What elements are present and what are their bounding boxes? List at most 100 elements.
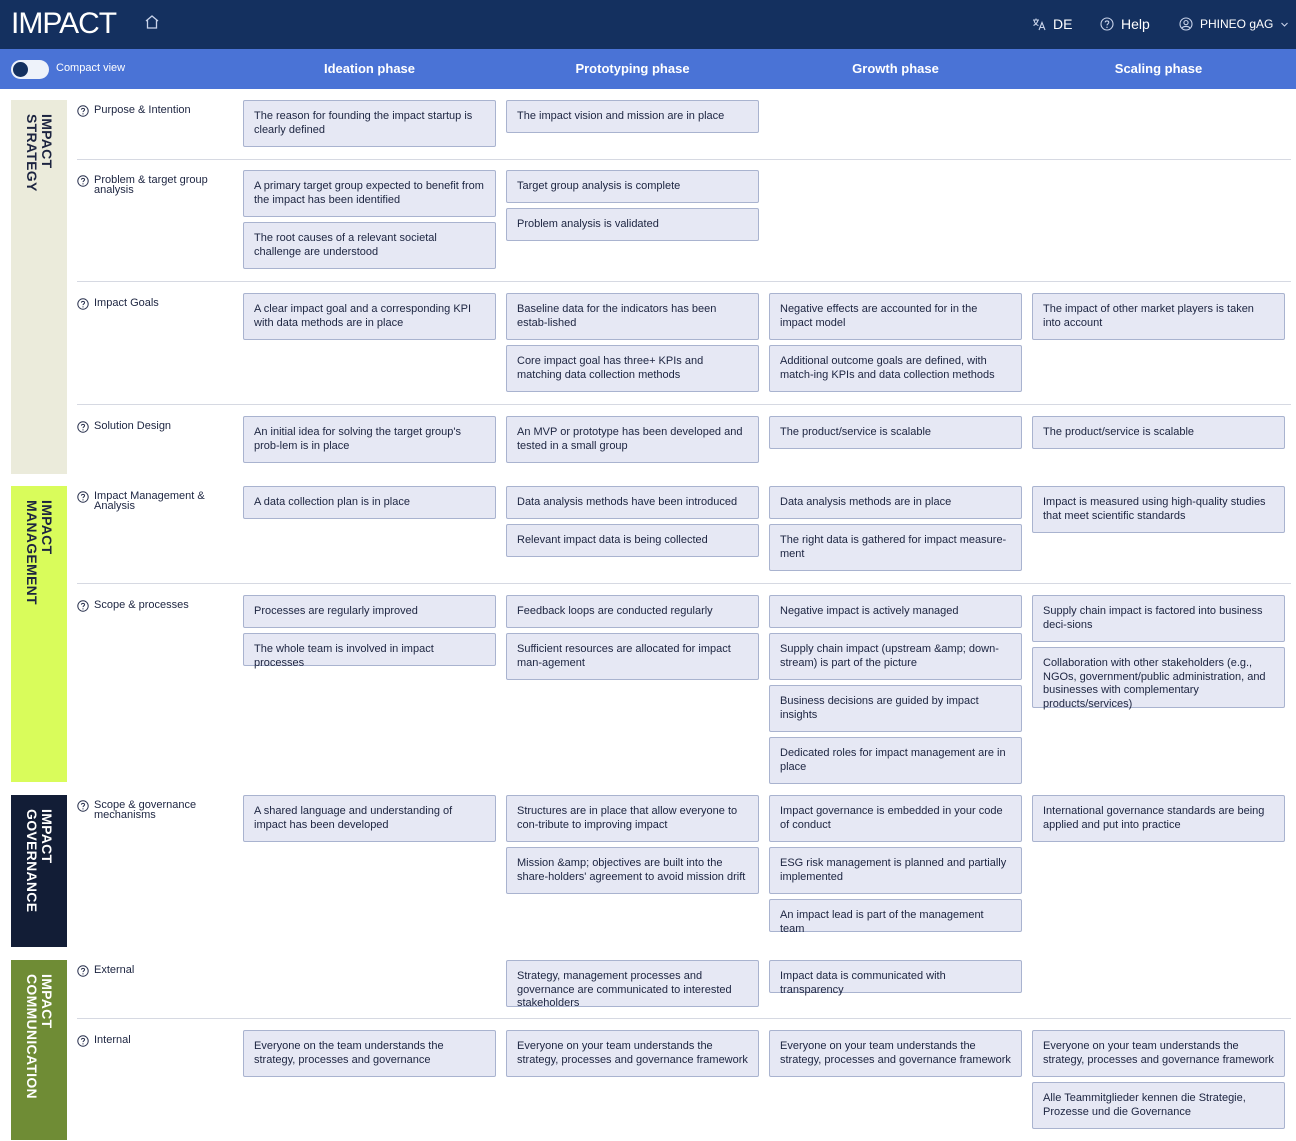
row-label: External <box>77 965 237 977</box>
criterion-card[interactable]: The right data is gathered for impact me… <box>769 524 1022 571</box>
criterion-card[interactable]: Sufficient resources are allocated for i… <box>506 633 759 680</box>
language-label: DE <box>1053 16 1073 32</box>
phase-prototyping: Prototyping phase <box>575 61 690 76</box>
top-navigation-bar: IMPACT DE Help PHINEO gAG <box>0 0 1296 49</box>
category-label: IMPACT COMMUNICATION <box>24 974 55 1099</box>
row-label: Scope & processes <box>77 600 237 612</box>
row-label: Scope & governance mechanisms <box>77 800 237 821</box>
criterion-card[interactable]: Alle Teammitglieder kennen die Strategie… <box>1032 1082 1285 1129</box>
phase-header-bar: Compact view Ideation phase Prototyping … <box>0 49 1296 89</box>
criterion-card[interactable]: Business decisions are guided by impact … <box>769 685 1022 732</box>
criterion-card[interactable]: Target group analysis is complete <box>506 170 759 203</box>
criterion-card[interactable]: Data analysis methods are in place <box>769 486 1022 519</box>
criterion-card[interactable]: Everyone on your team understands the st… <box>1032 1030 1285 1077</box>
phase-scaling: Scaling phase <box>1114 61 1203 76</box>
help-circle-icon[interactable] <box>77 1035 89 1047</box>
criterion-card[interactable]: ESG risk management is planned and parti… <box>769 847 1022 894</box>
row-label-text: Impact Management & Analysis <box>94 490 205 512</box>
criterion-card[interactable]: A data collection plan is in place <box>243 486 496 519</box>
criterion-card[interactable]: An initial idea for solving the target g… <box>243 416 496 463</box>
criterion-card[interactable]: Everyone on the team understands the str… <box>243 1030 496 1077</box>
help-circle-icon[interactable] <box>77 800 89 812</box>
row-label: Impact Management & Analysis <box>77 490 237 512</box>
criterion-card[interactable]: Core impact goal has three+ KPIs and mat… <box>506 345 759 392</box>
phase-ideation: Ideation phase <box>323 61 416 76</box>
translate-icon <box>1033 18 1046 31</box>
criterion-card[interactable]: Problem analysis is validated <box>506 208 759 241</box>
criterion-card[interactable]: The impact of other market players is ta… <box>1032 293 1285 340</box>
language-switcher[interactable]: DE <box>1032 14 1072 34</box>
criterion-card[interactable]: Processes are regularly improved <box>243 595 496 628</box>
criterion-card[interactable]: Negative impact is actively managed <box>769 595 1022 628</box>
criterion-card[interactable]: The whole team is involved in impact pro… <box>243 633 496 669</box>
criterion-card[interactable]: The product/service is scalable <box>769 416 1022 449</box>
row-divider <box>77 1018 1291 1019</box>
criterion-card[interactable]: A clear impact goal and a corresponding … <box>243 293 496 340</box>
category-impact-strategy: IMPACT STRATEGY <box>11 100 67 474</box>
row-divider <box>77 281 1291 282</box>
row-label-text: Impact Goals <box>94 297 159 309</box>
criterion-card[interactable]: An MVP or prototype has been developed a… <box>506 416 759 463</box>
criterion-card[interactable]: Structures are in place that allow every… <box>506 795 759 842</box>
help-circle-icon[interactable] <box>77 175 89 187</box>
row-label: Impact Goals <box>77 298 237 310</box>
row-label: Purpose & Intention <box>77 105 237 117</box>
row-label-text: Solution Design <box>94 420 172 432</box>
criterion-card[interactable]: Supply chain impact (upstream &amp; down… <box>769 633 1022 680</box>
row-divider <box>77 404 1291 405</box>
phase-growth: Growth phase <box>852 61 939 76</box>
criterion-card[interactable]: Data analysis methods have been introduc… <box>506 486 759 519</box>
help-circle-icon[interactable] <box>77 491 89 503</box>
criterion-card[interactable]: The root causes of a relevant societal c… <box>243 222 496 269</box>
account-name: PHINEO gAG <box>1200 17 1274 31</box>
criterion-card[interactable]: Everyone on your team understands the st… <box>506 1030 759 1077</box>
criterion-card[interactable]: Impact governance is embedded in your co… <box>769 795 1022 842</box>
impact-logo[interactable]: IMPACT <box>11 7 117 41</box>
category-label: IMPACT STRATEGY <box>24 114 55 192</box>
criterion-card[interactable]: Collaboration with other stakeholders (e… <box>1032 647 1285 710</box>
home-icon[interactable] <box>143 13 161 31</box>
row-label: Internal <box>77 1035 237 1047</box>
criterion-card[interactable]: The product/service is scalable <box>1032 416 1285 449</box>
toggle-knob <box>13 62 28 77</box>
criterion-card[interactable]: Impact is measured using high-quality st… <box>1032 486 1285 533</box>
criterion-card[interactable]: Impact data is communicated with transpa… <box>769 960 1022 996</box>
criterion-card[interactable]: Everyone on your team understands the st… <box>769 1030 1022 1077</box>
category-impact-communication: IMPACT COMMUNICATION <box>11 960 67 1140</box>
criterion-card[interactable]: Additional outcome goals are defined, wi… <box>769 345 1022 392</box>
criterion-card[interactable]: Baseline data for the indicators has bee… <box>506 293 759 340</box>
row-label-text: Scope & processes <box>94 599 189 611</box>
help-circle-icon[interactable] <box>77 600 89 612</box>
criterion-card[interactable]: The reason for founding the impact start… <box>243 100 496 147</box>
criterion-card[interactable]: Negative effects are accounted for in th… <box>769 293 1022 340</box>
user-icon <box>1179 17 1193 31</box>
criterion-card[interactable]: A shared language and understanding of i… <box>243 795 496 842</box>
criterion-card[interactable]: Dedicated roles for impact management ar… <box>769 737 1022 784</box>
category-label: IMPACT MANAGEMENT <box>24 500 55 605</box>
category-label: IMPACT GOVERNANCE <box>24 809 55 913</box>
help-circle-icon[interactable] <box>77 421 89 433</box>
help-circle-icon[interactable] <box>77 105 89 117</box>
category-impact-governance: IMPACT GOVERNANCE <box>11 795 67 947</box>
help-circle-icon[interactable] <box>77 965 89 977</box>
row-label-text: Problem & target group analysis <box>94 174 208 196</box>
help-circle-icon[interactable] <box>77 298 89 310</box>
row-label: Solution Design <box>77 421 237 433</box>
chevron-down-icon <box>1281 22 1289 27</box>
compact-view-label: Compact view <box>56 62 126 74</box>
help-icon <box>1100 17 1114 31</box>
criterion-card[interactable]: Strategy, management processes and gover… <box>506 960 759 1009</box>
category-impact-management: IMPACT MANAGEMENT <box>11 486 67 782</box>
criterion-card[interactable]: An impact lead is part of the management… <box>769 899 1022 935</box>
criterion-card[interactable]: International governance standards are b… <box>1032 795 1285 842</box>
criterion-card[interactable]: Feedback loops are conducted regularly <box>506 595 759 628</box>
criterion-card[interactable]: The impact vision and mission are in pla… <box>506 100 759 133</box>
help-link[interactable]: Help <box>1100 14 1150 34</box>
account-menu[interactable]: PHINEO gAG <box>1179 14 1289 34</box>
compact-view-toggle[interactable] <box>11 60 49 79</box>
criterion-card[interactable]: A primary target group expected to benef… <box>243 170 496 217</box>
criterion-card[interactable]: Relevant impact data is being collected <box>506 524 759 557</box>
row-label: Problem & target group analysis <box>77 174 237 196</box>
criterion-card[interactable]: Mission &amp; objectives are built into … <box>506 847 759 894</box>
criterion-card[interactable]: Supply chain impact is factored into bus… <box>1032 595 1285 642</box>
